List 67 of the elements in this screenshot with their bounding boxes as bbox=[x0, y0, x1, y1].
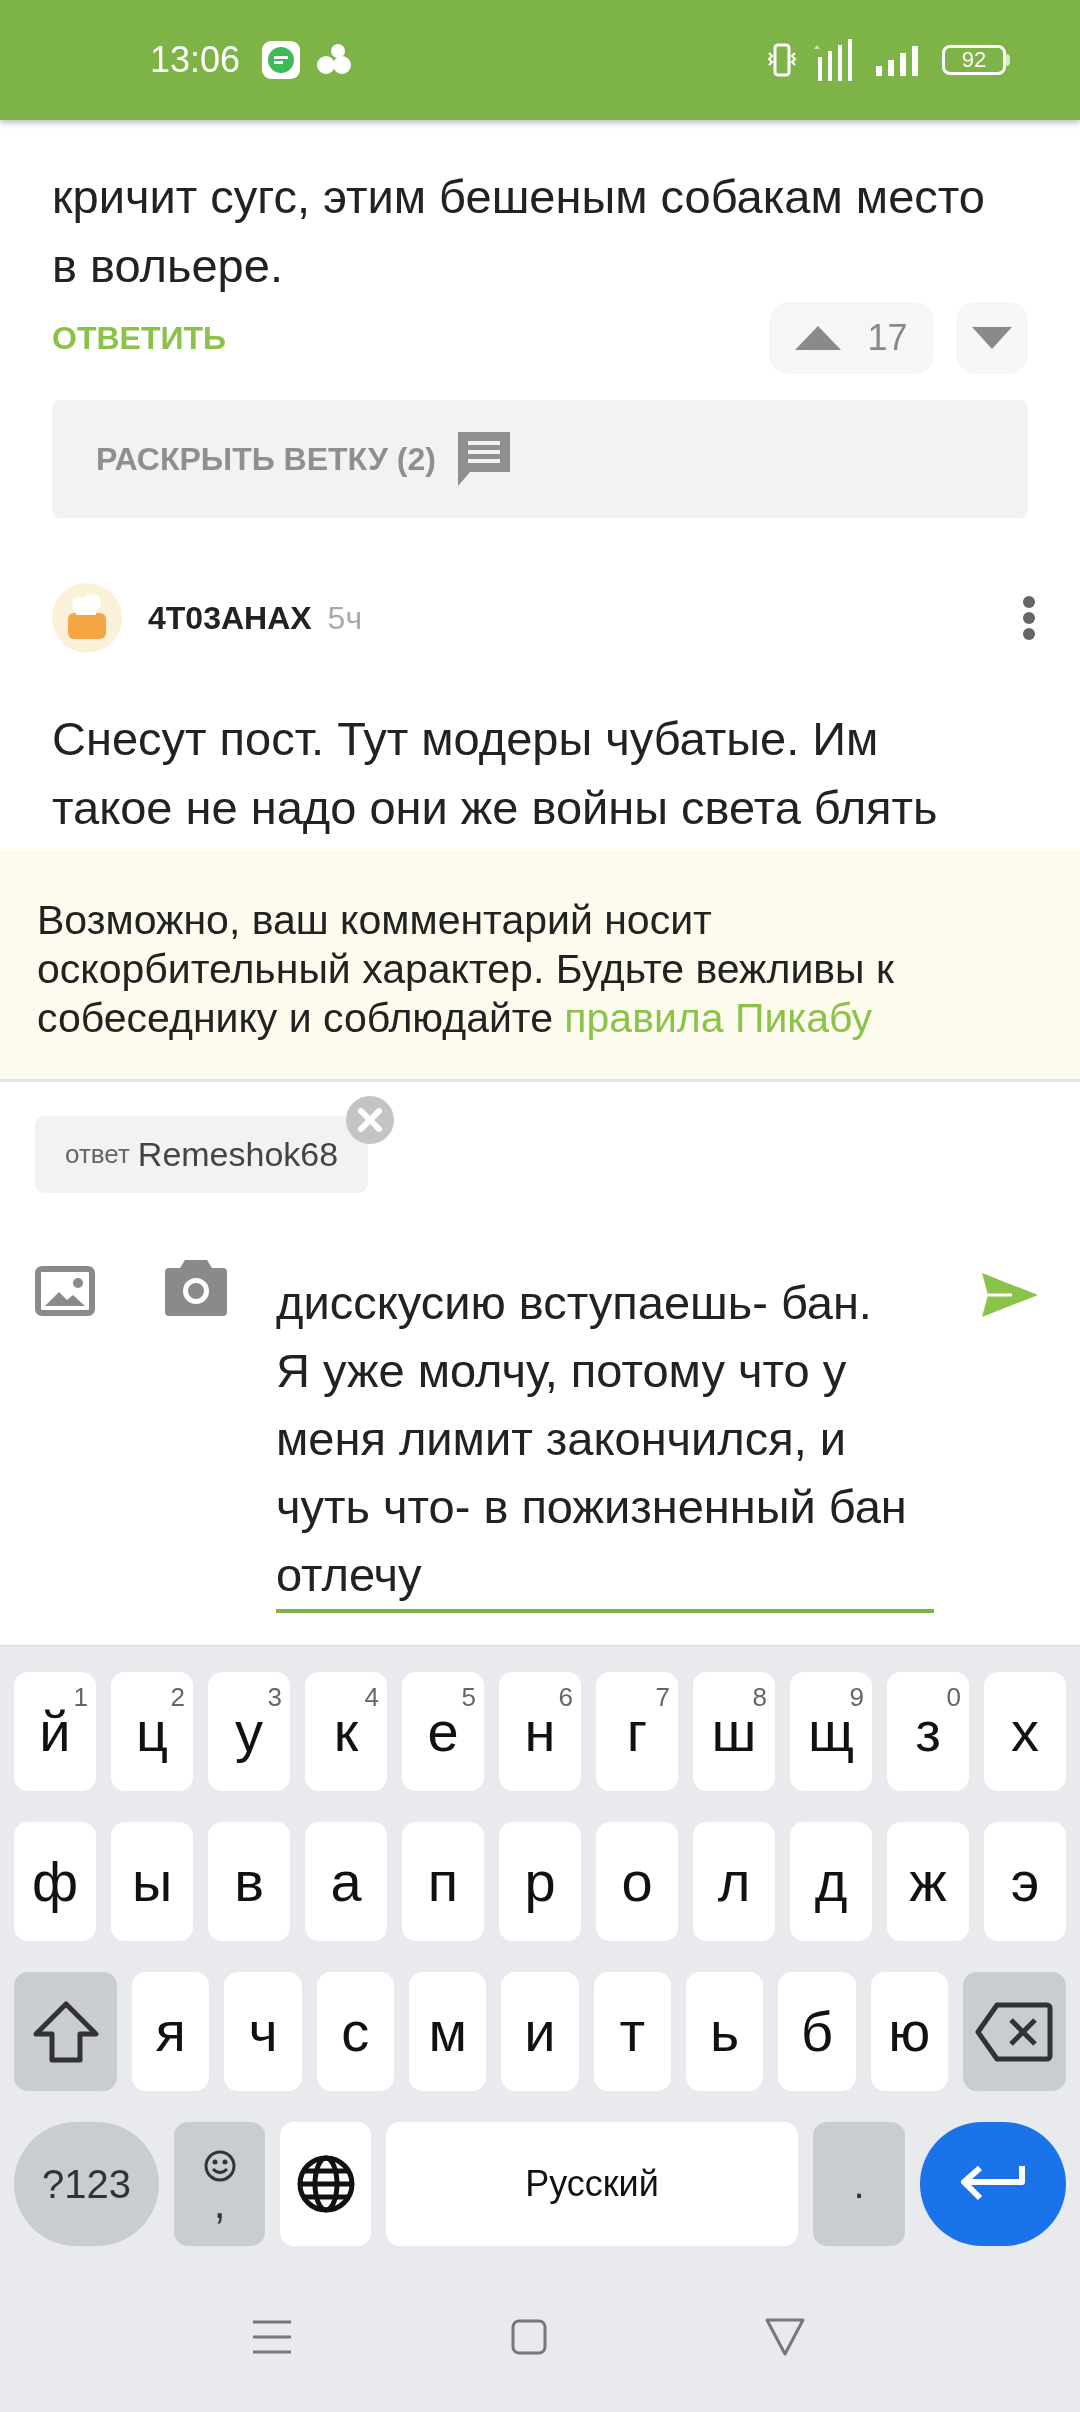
key[interactable]: и bbox=[501, 1972, 579, 2091]
key[interactable]: ф bbox=[14, 1822, 96, 1941]
language-key[interactable] bbox=[280, 2122, 371, 2246]
key[interactable]: п bbox=[402, 1822, 484, 1941]
key[interactable]: с bbox=[316, 1972, 394, 2091]
clock: 13:06 bbox=[150, 38, 241, 82]
key-hint: 3 bbox=[267, 1684, 282, 1710]
key[interactable]: в bbox=[208, 1822, 290, 1941]
battery-level: 92 bbox=[961, 49, 987, 71]
key[interactable]: о bbox=[596, 1822, 678, 1941]
key-hint: 4 bbox=[364, 1684, 379, 1710]
comment-text: Снесут пост. Тут модеры чубатые. Им такое не надо они же войны света блять bbox=[51, 711, 939, 836]
key[interactable]: я bbox=[132, 1972, 210, 2091]
key[interactable]: ю bbox=[870, 1972, 948, 2091]
comment-text: кричит сугс, этим бешеным собакам место в вольере. bbox=[51, 169, 986, 294]
message-app-icon bbox=[262, 41, 301, 79]
key-hint: 1 bbox=[73, 1684, 88, 1710]
key[interactable]: т bbox=[593, 1972, 671, 2091]
dots-app-icon bbox=[316, 44, 353, 76]
backspace-icon bbox=[975, 2000, 1054, 2063]
key[interactable]: б bbox=[778, 1972, 856, 2091]
avatar bbox=[52, 583, 122, 653]
key[interactable]: м bbox=[409, 1972, 487, 2091]
username[interactable]: 4T03AHAX bbox=[148, 594, 312, 642]
vibrate-icon bbox=[766, 43, 798, 77]
key-hint: 7 bbox=[655, 1684, 670, 1710]
key[interactable]: л bbox=[693, 1822, 775, 1941]
backspace-key[interactable] bbox=[962, 1972, 1066, 2091]
send-icon[interactable] bbox=[982, 1273, 1038, 1317]
emoji-icon bbox=[203, 2150, 236, 2182]
key[interactable]: р bbox=[499, 1822, 581, 1941]
key[interactable]: а bbox=[305, 1822, 387, 1941]
key-hint: 8 bbox=[752, 1684, 767, 1710]
globe-icon bbox=[295, 2154, 356, 2214]
key[interactable]: д bbox=[790, 1822, 872, 1941]
camera-icon[interactable] bbox=[165, 1260, 227, 1316]
reply-prefix: ответ bbox=[65, 1138, 130, 1171]
warning-text: Возможно, ваш комментарий носит оскорбительный характер. Будьте вежливы к собеседнику и соблюдайте правила Пикабу bbox=[37, 896, 895, 1043]
comment-age: 5ч bbox=[327, 599, 363, 638]
comment-input-field[interactable]: дисскусию вступаешь- бан. Я уже молчу, потому что у меня лимит закончился, и чуть что- в пожизненный бан отлечу bbox=[276, 1269, 934, 1613]
space-key[interactable]: Русский bbox=[386, 2122, 798, 2246]
reply-username: Remeshok68 bbox=[137, 1134, 339, 1175]
key-hint: 9 bbox=[849, 1684, 864, 1710]
key-hint: 2 bbox=[170, 1684, 185, 1710]
back-icon[interactable] bbox=[765, 2318, 805, 2356]
key[interactable]: ь bbox=[685, 1972, 764, 2091]
more-options-icon[interactable] bbox=[1022, 596, 1036, 640]
menu-icon[interactable] bbox=[253, 2319, 291, 2355]
key[interactable]: х bbox=[984, 1672, 1066, 1791]
shift-key[interactable] bbox=[14, 1972, 118, 2091]
period-key[interactable]: . bbox=[813, 2122, 905, 2246]
symbols-key[interactable]: ?123 bbox=[14, 2122, 159, 2246]
key[interactable]: ж bbox=[887, 1822, 969, 1941]
downvote-icon bbox=[972, 327, 1012, 349]
key-hint: 0 bbox=[946, 1684, 961, 1710]
downvote-button[interactable] bbox=[956, 302, 1028, 374]
key[interactable]: ч bbox=[224, 1972, 302, 2091]
key-hint: 5 bbox=[461, 1684, 476, 1710]
upvote-icon[interactable] bbox=[795, 326, 842, 350]
vote-count: 17 bbox=[867, 316, 908, 360]
shift-icon bbox=[31, 1999, 100, 2064]
key[interactable]: ы bbox=[111, 1822, 193, 1941]
home-icon[interactable] bbox=[511, 2319, 547, 2355]
key-hint: 6 bbox=[558, 1684, 573, 1710]
emoji-comma-key[interactable]: , bbox=[174, 2122, 265, 2246]
key[interactable]: э bbox=[984, 1822, 1066, 1941]
image-icon[interactable] bbox=[35, 1266, 95, 1316]
